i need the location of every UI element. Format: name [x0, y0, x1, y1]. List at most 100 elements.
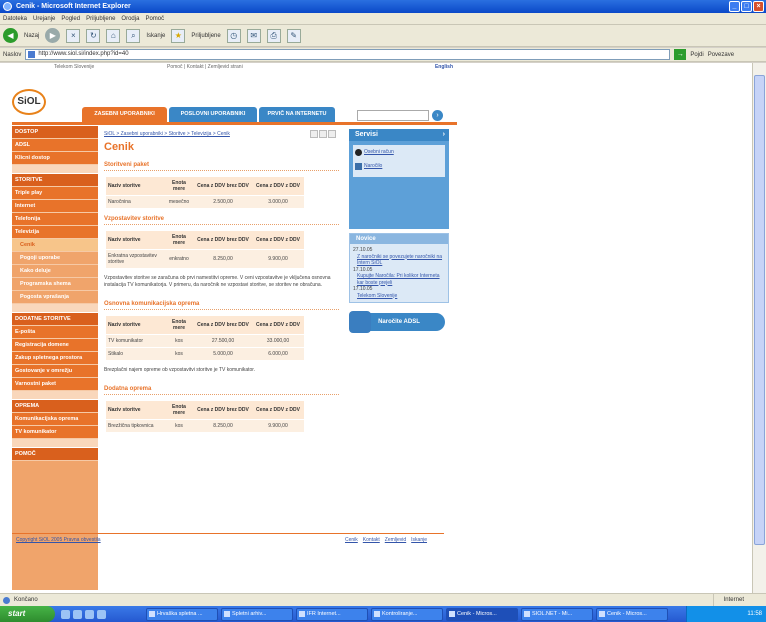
menu-item[interactable]: Pomoč — [145, 13, 164, 24]
siol-logo[interactable]: SiOL — [12, 89, 46, 115]
sidebar-item[interactable]: Klicni dostop — [12, 152, 98, 165]
sidebar-item[interactable]: Registracija domene — [12, 339, 98, 352]
footer-copyright[interactable]: Copyright SiOL 2005 Pravna obvestila — [16, 537, 101, 543]
news-link[interactable]: Kupujte Naročila: Pri kolikor Interneta … — [353, 273, 445, 286]
sidebar-item[interactable]: Televizija — [12, 226, 98, 239]
sidebar-item[interactable]: Komunikacijska oprema — [12, 413, 98, 426]
font-size-icon[interactable] — [328, 130, 336, 138]
menu-item[interactable]: Urejanje — [33, 13, 55, 24]
sidebar-section-header[interactable]: DOSTOP — [12, 125, 98, 139]
sidebar-item[interactable]: Cenik — [12, 239, 98, 252]
scrollbar-thumb[interactable] — [754, 75, 765, 545]
sidebar-item[interactable]: TV komunikator — [12, 426, 98, 439]
taskbar-button[interactable]: Kontroliranje... — [371, 607, 443, 621]
mail-icon[interactable]: ✉ — [246, 28, 261, 43]
print-page-icon[interactable] — [310, 130, 318, 138]
narocite-adsl-button[interactable]: Naročite ADSL — [349, 311, 445, 333]
sidebar-section-header[interactable]: OPREMA — [12, 399, 98, 413]
home-icon[interactable]: ⌂ — [106, 28, 121, 43]
sidebar-item[interactable]: E-pošta — [12, 326, 98, 339]
sidebar-section-header[interactable]: STORITVE — [12, 173, 98, 187]
menu-item[interactable]: Orodja — [121, 13, 139, 24]
forward-button[interactable]: ▶ — [45, 28, 61, 43]
close-button[interactable]: × — [753, 1, 764, 12]
sidebar-item[interactable]: Telefonija — [12, 213, 98, 226]
quick-launch-icon[interactable] — [97, 609, 106, 619]
sidebar-item[interactable]: Gostovanje v omrežju — [12, 365, 98, 378]
window-title: Cenik - Microsoft Internet Explorer — [16, 3, 131, 10]
right-column: Servisi › Osebni račun Naročilo Novice 2… — [349, 129, 449, 333]
search-icon[interactable]: ⌕ — [126, 28, 141, 43]
quick-launch-icon[interactable] — [61, 609, 70, 619]
sidebar-section-header[interactable]: POMOČ — [12, 447, 98, 461]
sidebar-item[interactable]: Zakup spletnega prostora — [12, 352, 98, 365]
taskbar-button[interactable]: SIOL.NET - Mi... — [521, 607, 593, 621]
table-row: Brezžična tipkovnica kos 8.250,00 9.900,00 — [106, 419, 304, 433]
footer-link[interactable]: Cenik — [345, 537, 358, 543]
menu-item[interactable]: Priljubljene — [86, 13, 115, 24]
footer-link[interactable]: Zemljevid — [385, 537, 406, 543]
table-cell: 6.000,00 — [252, 347, 304, 361]
edit-icon[interactable]: ✎ — [286, 28, 301, 43]
minimize-button[interactable]: _ — [729, 1, 740, 12]
status-text: Končano — [14, 597, 38, 603]
breadcrumb[interactable]: SiOL > Zasebni uporabniki > Storitve > T… — [104, 130, 339, 138]
sidebar-item[interactable]: Varnostni paket — [12, 378, 98, 391]
menu-item[interactable]: Datoteka — [3, 13, 27, 24]
taskbar-button[interactable]: Spletni arhiv... — [221, 607, 293, 621]
vertical-scrollbar[interactable] — [752, 63, 766, 593]
email-page-icon[interactable] — [319, 130, 327, 138]
sidebar-item[interactable]: Pogosta vprašanja — [12, 291, 98, 304]
sidebar-item[interactable]: Pogoji uporabe — [12, 252, 98, 265]
servisi-link[interactable]: Osebni račun — [364, 149, 394, 155]
novice-list: 27.10.05 Z naročniki se povezujete naročn… — [350, 244, 448, 302]
sidebar-section-header[interactable]: DODATNE STORITVE — [12, 312, 98, 326]
sidebar-item[interactable]: Programska shema — [12, 278, 98, 291]
maximize-button[interactable]: □ — [741, 1, 752, 12]
go-button[interactable]: → — [674, 49, 687, 60]
sidebar-item[interactable]: ADSL — [12, 139, 98, 152]
links-label[interactable]: Povezave — [708, 52, 734, 58]
servisi-link[interactable]: Naročilo — [364, 163, 382, 169]
address-label: Naslov — [3, 51, 22, 58]
favorites-icon[interactable]: ★ — [171, 28, 186, 43]
print-icon[interactable]: ⎙ — [266, 28, 281, 43]
stop-icon[interactable]: × — [66, 28, 81, 43]
sidebar-item[interactable]: Internet — [12, 200, 98, 213]
top-strip: Telekom Slovenije Pomoč | Kontakt | Zeml… — [12, 63, 457, 71]
quick-launch-icon[interactable] — [73, 609, 82, 619]
language-link[interactable]: English — [435, 63, 453, 71]
servisi-header[interactable]: Servisi › — [349, 129, 449, 141]
back-button[interactable]: ◀ — [3, 28, 18, 43]
site-search-button[interactable]: › — [432, 110, 443, 121]
price-table: Naziv storitve Enota mere Cena z DDV brez … — [106, 177, 304, 209]
tab-prvic[interactable]: PRVIČ NA INTERNETU — [259, 107, 335, 122]
menu-item[interactable]: Pogled — [61, 13, 80, 24]
servisi-links: Osebni račun Naročilo — [353, 145, 445, 177]
history-icon[interactable]: ◷ — [226, 28, 241, 43]
site-search-input[interactable] — [357, 110, 429, 121]
start-button[interactable]: start — [0, 606, 55, 622]
news-link[interactable]: Telekom Slovenije — [353, 293, 445, 300]
refresh-icon[interactable]: ↻ — [86, 28, 101, 43]
sidebar-item[interactable]: Triple play — [12, 187, 98, 200]
taskbar-button[interactable]: Hrvaška spletna ... — [146, 607, 218, 621]
quick-launch-icon[interactable] — [85, 609, 94, 619]
tab-poslovni[interactable]: POSLOVNI UPORABNIKI — [169, 107, 257, 122]
favorites-label: Priljubljene — [191, 32, 221, 39]
taskbar-button[interactable]: Cenik - Micros... — [446, 607, 518, 621]
news-link[interactable]: Z naročniki se povezujete naročniki na I… — [353, 254, 445, 267]
table-cell: Enkratna vzpostavitev storitve — [106, 249, 164, 269]
document-icon — [355, 163, 362, 170]
address-input[interactable]: http://www.siol.si/index.php?id=40 — [25, 49, 671, 60]
top-strip-links[interactable]: Pomoč | Kontakt | Zemljevid strani — [167, 63, 243, 71]
taskbar-button[interactable]: IFR Internet... — [296, 607, 368, 621]
page-tools — [310, 130, 336, 138]
table-cell: 27.500,00 — [194, 334, 252, 348]
footer-link[interactable]: Iskanje — [411, 537, 427, 543]
tab-zasebni[interactable]: ZASEBNI UPORABNIKI — [82, 107, 167, 122]
sidebar-item[interactable]: Kako deluje — [12, 265, 98, 278]
taskbar-button[interactable]: Cenik - Micros... — [596, 607, 668, 621]
table-cell: 8.250,00 — [194, 249, 252, 269]
footer-link[interactable]: Kontakt — [363, 537, 380, 543]
